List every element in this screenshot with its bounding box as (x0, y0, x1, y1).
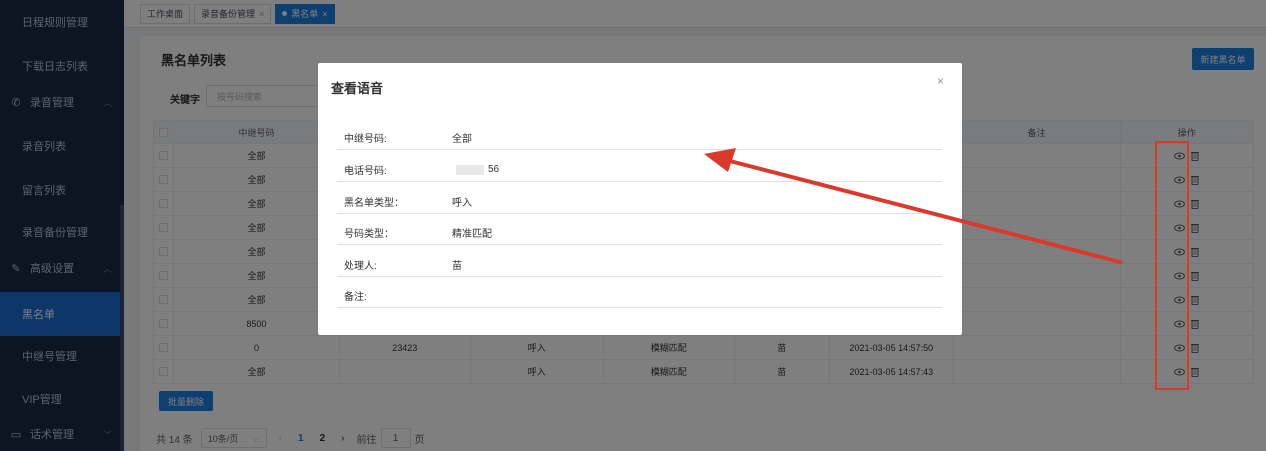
annotation-arrow (704, 148, 1122, 264)
